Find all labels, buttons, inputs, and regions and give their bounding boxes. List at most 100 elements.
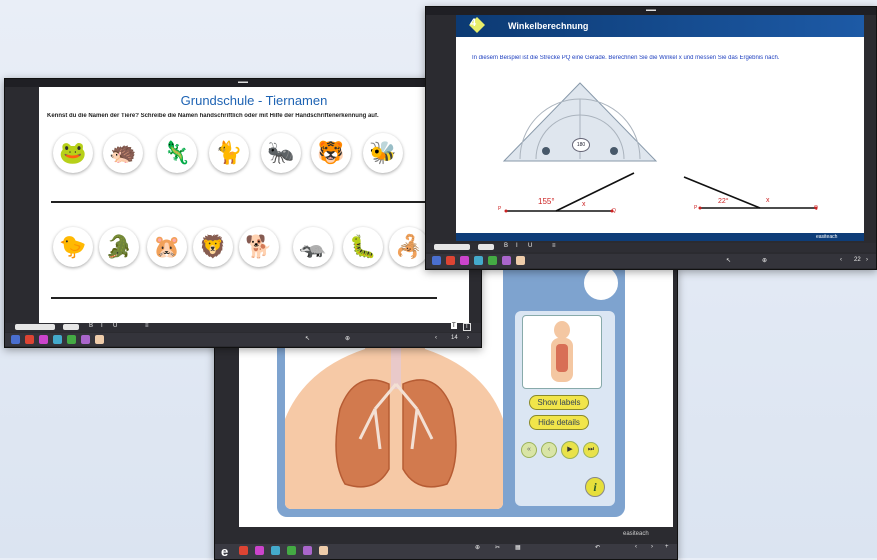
text-box-icon[interactable]: T: [451, 323, 457, 329]
badger-icon: 🦡: [299, 234, 327, 259]
size-select[interactable]: [478, 244, 494, 250]
prev-page-icon[interactable]: ‹: [435, 335, 437, 341]
star-tool-icon[interactable]: [271, 546, 280, 555]
writing-line-1[interactable]: [51, 201, 437, 203]
ant-icon: 🐜: [267, 140, 295, 165]
folder-icon[interactable]: [516, 256, 525, 265]
font-select[interactable]: [15, 324, 55, 330]
lion-icon: 🦁: [199, 234, 227, 259]
grid-icon[interactable]: ▦: [515, 544, 521, 551]
pen-tool-icon[interactable]: [25, 335, 34, 344]
star-tool-icon[interactable]: [474, 256, 483, 265]
angle-figure-1: [504, 172, 635, 213]
media-tool-icon[interactable]: [502, 256, 511, 265]
scissors-icon[interactable]: ✂: [495, 544, 500, 551]
undo-icon[interactable]: ↶: [595, 544, 600, 551]
highlighter-icon[interactable]: [460, 256, 469, 265]
app-logo-icon[interactable]: [11, 335, 20, 344]
scorpion-icon: 🦂: [395, 234, 423, 259]
right-taskbar: ↖ ⊕ ‹ 22 ›: [426, 254, 876, 268]
animal-dog[interactable]: 🐕: [239, 227, 279, 267]
prev-page-icon[interactable]: ‹: [635, 544, 637, 550]
underline-icon[interactable]: U: [113, 323, 117, 329]
shape-tool-icon[interactable]: [67, 335, 76, 344]
folder-icon[interactable]: [95, 335, 104, 344]
animal-cat[interactable]: 🐈: [209, 133, 249, 173]
center-brand-label: easiteach: [623, 531, 649, 537]
add-page-icon[interactable]: +: [665, 544, 669, 550]
skip-end-button[interactable]: ⏭: [583, 442, 599, 458]
app-logo-e[interactable]: e: [221, 544, 228, 559]
align-icon[interactable]: ≡: [552, 243, 556, 249]
thumbnail-torso[interactable]: [522, 315, 602, 389]
animal-ant[interactable]: 🐜: [261, 133, 301, 173]
lizard-icon: 🦎: [163, 140, 191, 165]
step-back-button[interactable]: ‹: [541, 442, 557, 458]
animal-bee[interactable]: 🐝: [363, 133, 403, 173]
right-titlebar: ▬▬: [426, 7, 876, 15]
animal-lion[interactable]: 🦁: [193, 227, 233, 267]
highlighter-icon[interactable]: [39, 335, 48, 344]
right-window: ▬▬ 4 Winkelberechnung In diesem Beispiel…: [425, 6, 877, 270]
writing-line-2[interactable]: [51, 297, 437, 299]
animal-hamster[interactable]: 🐹: [147, 227, 187, 267]
folder-icon[interactable]: [319, 546, 328, 555]
animal-caterpillar[interactable]: 🐛: [343, 227, 383, 267]
zoom-icon[interactable]: ⊕: [345, 335, 350, 342]
italic-icon[interactable]: I: [101, 323, 103, 329]
left-instruction: Kennst du die Namen der Tiere? Schreibe …: [47, 113, 379, 119]
bold-icon[interactable]: B: [89, 323, 93, 329]
media-tool-icon[interactable]: [81, 335, 90, 344]
right-instruction: In diesem Beispiel ist die Strecke PQ ei…: [472, 55, 780, 61]
size-select[interactable]: [63, 324, 79, 330]
animal-hedgehog[interactable]: 🦔: [103, 133, 143, 173]
animal-tiger[interactable]: 🐯: [311, 133, 351, 173]
pointer-icon[interactable]: ↖: [305, 335, 310, 342]
animal-lizard[interactable]: 🦎: [157, 133, 197, 173]
media-tool-icon[interactable]: [303, 546, 312, 555]
zoom-icon[interactable]: ⊕: [762, 257, 767, 264]
set-square-protractor[interactable]: [500, 79, 660, 165]
angle2-point-q: Q: [814, 205, 818, 211]
font-select[interactable]: [434, 244, 470, 250]
cat-icon: 🐈: [215, 140, 243, 165]
pen-tool-icon[interactable]: [239, 546, 248, 555]
animal-frog[interactable]: 🐸: [53, 133, 93, 173]
protractor-center-label: 180: [572, 138, 590, 152]
animal-chick[interactable]: 🐤: [53, 227, 93, 267]
animal-crocodile[interactable]: 🐊: [99, 227, 139, 267]
italic-icon[interactable]: I: [516, 243, 518, 249]
hide-details-button[interactable]: Hide details: [529, 415, 589, 430]
animal-scorpion[interactable]: 🦂: [389, 227, 429, 267]
frog-icon: 🐸: [59, 140, 87, 165]
align-icon[interactable]: ≡: [145, 323, 149, 329]
shape-tool-icon[interactable]: [287, 546, 296, 555]
left-window: ▬▬ Grundschule - Tiernamen Kennst du die…: [4, 78, 482, 348]
app-logo-icon[interactable]: [432, 256, 441, 265]
text-frame-icon[interactable]: T: [463, 323, 471, 331]
star-tool-icon[interactable]: [53, 335, 62, 344]
animal-badger[interactable]: 🦡: [293, 227, 333, 267]
next-page-icon[interactable]: ›: [651, 544, 653, 550]
angle1-point-p: P: [498, 206, 502, 212]
play-button[interactable]: ▶: [561, 441, 579, 459]
caterpillar-icon: 🐛: [349, 234, 377, 259]
show-labels-button[interactable]: Show labels: [529, 395, 589, 410]
prev-page-icon[interactable]: ‹: [840, 257, 842, 263]
pointer-icon[interactable]: ↖: [726, 257, 731, 264]
rewind-button[interactable]: «: [521, 442, 537, 458]
next-page-icon[interactable]: ›: [866, 257, 868, 263]
shape-tool-icon[interactable]: [488, 256, 497, 265]
page-number: 14: [451, 335, 458, 341]
zoom-in-icon[interactable]: ⊕: [475, 544, 480, 551]
angle1-unknown: x: [582, 201, 586, 208]
page-number: 22: [854, 257, 861, 263]
next-page-icon[interactable]: ›: [467, 335, 469, 341]
bold-icon[interactable]: B: [504, 243, 508, 249]
info-icon[interactable]: i: [585, 477, 605, 497]
underline-icon[interactable]: U: [528, 243, 532, 249]
hedgehog-icon: 🦔: [109, 140, 137, 165]
pen-tool-icon[interactable]: [446, 256, 455, 265]
highlighter-icon[interactable]: [255, 546, 264, 555]
hamster-icon: 🐹: [153, 234, 181, 259]
